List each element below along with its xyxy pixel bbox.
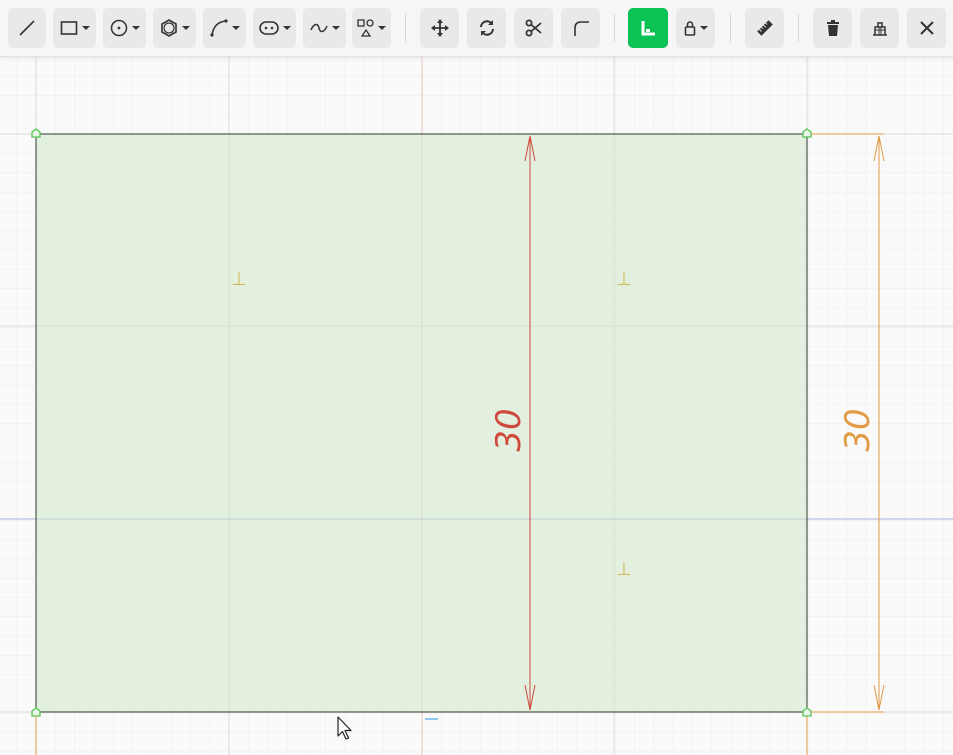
outer-dimension-label[interactable]: 30 xyxy=(838,408,878,451)
measure-tool-button[interactable] xyxy=(745,8,784,48)
move-icon xyxy=(430,19,449,37)
chevron-down-icon xyxy=(131,26,140,30)
fillet-tool-button[interactable] xyxy=(561,8,600,48)
chevron-down-icon xyxy=(282,26,291,30)
toolbar-divider xyxy=(798,14,799,42)
scissors-icon xyxy=(525,19,542,37)
shapes-tool-button[interactable] xyxy=(352,8,391,48)
arc-icon xyxy=(209,19,228,37)
perpendicular-constraint-icon: ⊥ xyxy=(231,269,247,290)
toolbar-divider xyxy=(614,14,615,42)
sketch-rectangle-fill[interactable] xyxy=(36,134,807,712)
line-icon xyxy=(19,20,35,36)
rotate-tool-button[interactable] xyxy=(467,8,506,48)
chevron-down-icon xyxy=(331,26,340,30)
rectangle-icon xyxy=(60,21,77,35)
slot-tool-button[interactable] xyxy=(253,8,296,48)
chevron-down-icon xyxy=(378,26,386,30)
circle-tool-button[interactable] xyxy=(103,8,146,48)
chevron-down-icon xyxy=(181,26,190,30)
move-tool-button[interactable] xyxy=(420,8,459,48)
perpendicular-constraint-icon: ⊥ xyxy=(616,559,632,580)
construction-icon xyxy=(872,22,887,36)
inner-dimension-label[interactable]: 30 xyxy=(489,408,529,451)
rotate-icon xyxy=(479,20,494,36)
fillet-icon xyxy=(573,21,589,36)
perpendicular-constraint-icon: ⊥ xyxy=(616,269,632,290)
lock-icon xyxy=(684,21,695,36)
shapes-icon xyxy=(357,19,374,37)
constraint-tool-button[interactable] xyxy=(628,8,668,48)
lock-tool-button[interactable] xyxy=(676,8,715,48)
slot-icon xyxy=(258,21,279,35)
trim-tool-button[interactable] xyxy=(514,8,553,48)
chevron-down-icon xyxy=(699,26,708,30)
spline-icon xyxy=(309,23,328,33)
chevron-down-icon xyxy=(81,26,90,30)
sketch-toolbar xyxy=(0,0,953,57)
hexagon-icon xyxy=(160,19,177,37)
polygon-tool-button[interactable] xyxy=(153,8,196,48)
delete-tool-button[interactable] xyxy=(813,8,852,48)
toolbar-divider xyxy=(730,14,731,42)
mouse-cursor-icon xyxy=(337,716,352,740)
trash-icon xyxy=(826,20,839,36)
close-button[interactable] xyxy=(907,8,946,48)
arc-tool-button[interactable] xyxy=(203,8,246,48)
close-icon xyxy=(919,21,934,35)
spline-tool-button[interactable] xyxy=(303,8,346,48)
rectangle-tool-button[interactable] xyxy=(53,8,96,48)
construction-tool-button[interactable] xyxy=(860,8,899,48)
line-tool-button[interactable] xyxy=(8,8,46,48)
ruler-icon xyxy=(756,20,773,36)
circle-icon xyxy=(110,19,127,37)
toolbar-divider xyxy=(405,14,406,42)
constraint-icon xyxy=(641,21,655,36)
sketch-canvas[interactable]: ⊥ ⊥ ⊥ 30 30 xyxy=(0,57,953,755)
chevron-down-icon xyxy=(231,26,240,30)
